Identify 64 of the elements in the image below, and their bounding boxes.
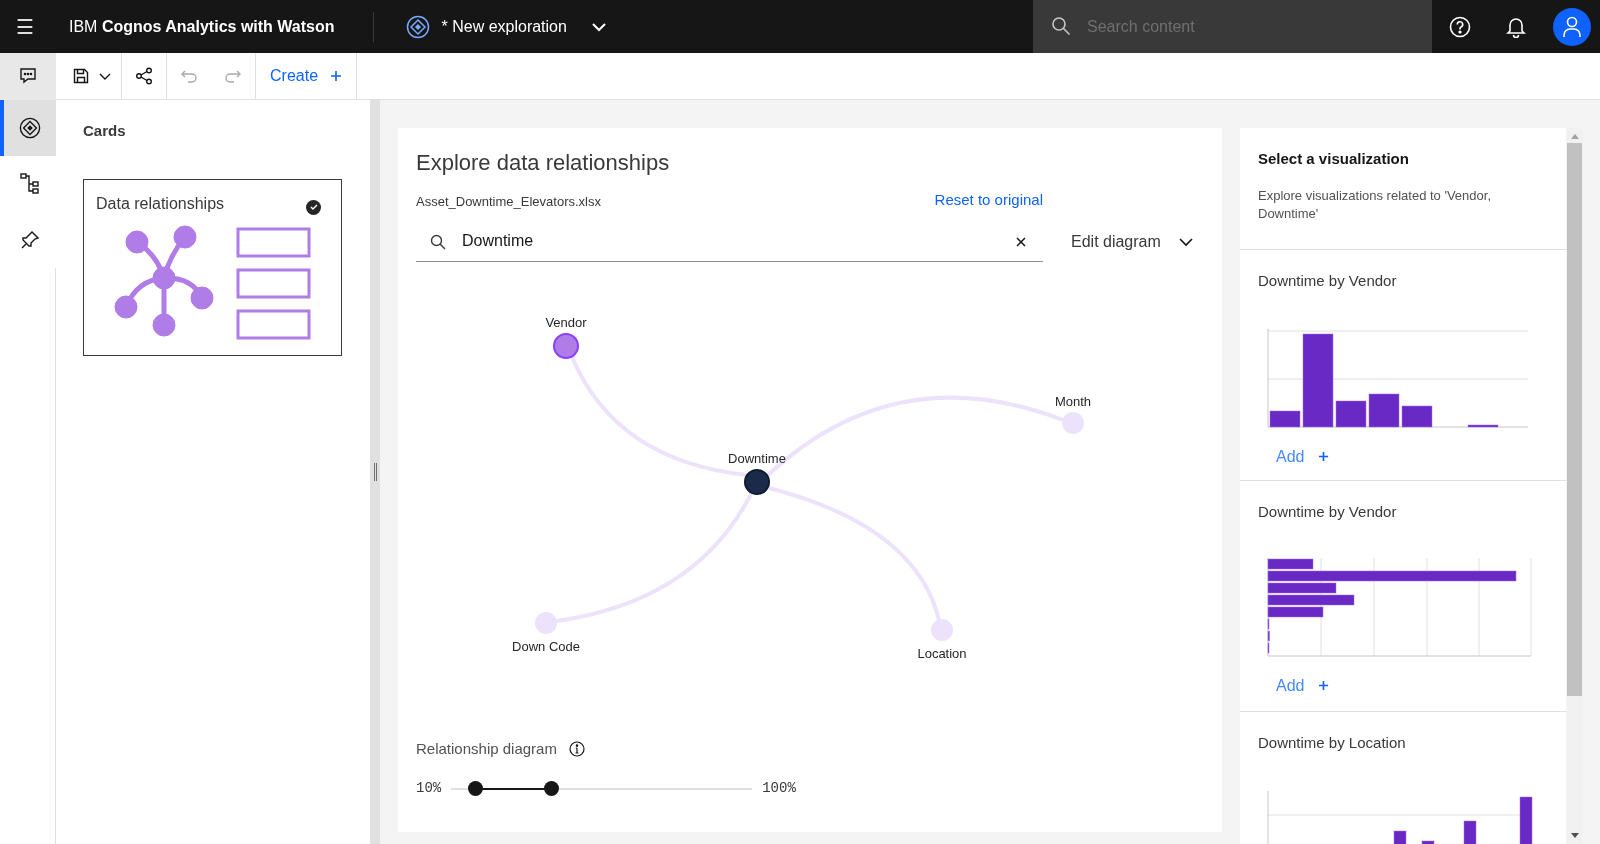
exploration-menu-button[interactable]: * New exploration (405, 0, 607, 53)
visualization-card[interactable]: Downtime by Vendor Add (1240, 250, 1566, 480)
chart-bar (1463, 820, 1477, 844)
exploration-icon (19, 117, 41, 139)
plus-icon (1318, 451, 1330, 462)
sidebar-tab[interactable] (0, 100, 56, 156)
info-icon[interactable] (568, 740, 585, 757)
exploration-icon (405, 14, 430, 39)
create-button[interactable]: Create (256, 52, 357, 100)
share-icon (135, 67, 153, 85)
user-avatar[interactable] (1553, 7, 1591, 46)
chart-bar (1393, 830, 1407, 844)
diagram-node[interactable] (535, 611, 557, 634)
node-label: Down Code (512, 637, 580, 656)
node-label: Month (1054, 392, 1092, 411)
scrollbar-thumb[interactable] (1567, 143, 1582, 696)
hierarchy-icon (20, 173, 40, 195)
slider-thumb[interactable] (468, 780, 484, 796)
chart-bar (1467, 424, 1499, 427)
card-title: Data relationships (96, 193, 226, 214)
file-name: Asset_Downtime_Elevators.xlsx (416, 193, 601, 211)
node-label: Location (917, 644, 967, 663)
diagram-node[interactable] (931, 618, 953, 641)
scroll-up-icon (1570, 134, 1579, 139)
save-icon (73, 68, 89, 84)
comments-button[interactable] (0, 52, 56, 100)
search-icon (430, 233, 446, 250)
panel-title: Cards (83, 121, 127, 141)
redo-icon (224, 69, 242, 83)
visualization-card[interactable]: Downtime by Vendor Add (1240, 481, 1566, 711)
diagram-node[interactable] (1062, 411, 1084, 434)
visualization-title: Downtime by Vendor (1258, 502, 1398, 522)
search-icon (1051, 16, 1071, 36)
node-label: Downtime (728, 449, 786, 468)
undo-icon (180, 69, 198, 83)
pin-icon (20, 230, 40, 250)
plus-icon (1318, 680, 1330, 691)
visualization-card[interactable]: Downtime by Location (1240, 712, 1566, 844)
slider-label: Relationship diagram (416, 738, 557, 759)
chat-icon (19, 67, 37, 85)
edit-diagram-dropdown[interactable]: Edit diagram (1071, 229, 1193, 254)
node-label: Vendor (545, 313, 587, 332)
visualization-panel-title: Select a visualization (1258, 149, 1410, 169)
diagram-node[interactable] (553, 332, 579, 359)
chart-bar (1421, 840, 1435, 844)
slider-thumb[interactable] (543, 780, 559, 796)
chart-bar (1519, 796, 1533, 844)
diagram-node[interactable] (744, 468, 770, 495)
clear-icon[interactable] (1015, 235, 1027, 248)
reset-link[interactable]: Reset to original (934, 189, 1043, 212)
bell-icon (1506, 15, 1526, 38)
user-icon (1562, 15, 1582, 38)
visualization-title: Downtime by Location (1258, 733, 1407, 753)
card-option[interactable]: Data relationships (83, 178, 342, 356)
menu-button[interactable]: ☰ (0, 0, 50, 53)
help-icon (1449, 15, 1471, 38)
explore-title: Explore data relationships (416, 149, 671, 177)
plus-icon (330, 70, 343, 82)
scroll-down-icon (1570, 833, 1579, 838)
visualization-title: Downtime by Vendor (1258, 271, 1398, 291)
slider-max-label: 100% (762, 779, 796, 798)
visualization-description: Explore visualizations related to 'Vendor, Downtime' (1258, 186, 1492, 223)
product-name: IBM Cognos Analytics with Watson (69, 16, 335, 37)
slider-min-label: 10% (416, 779, 442, 798)
